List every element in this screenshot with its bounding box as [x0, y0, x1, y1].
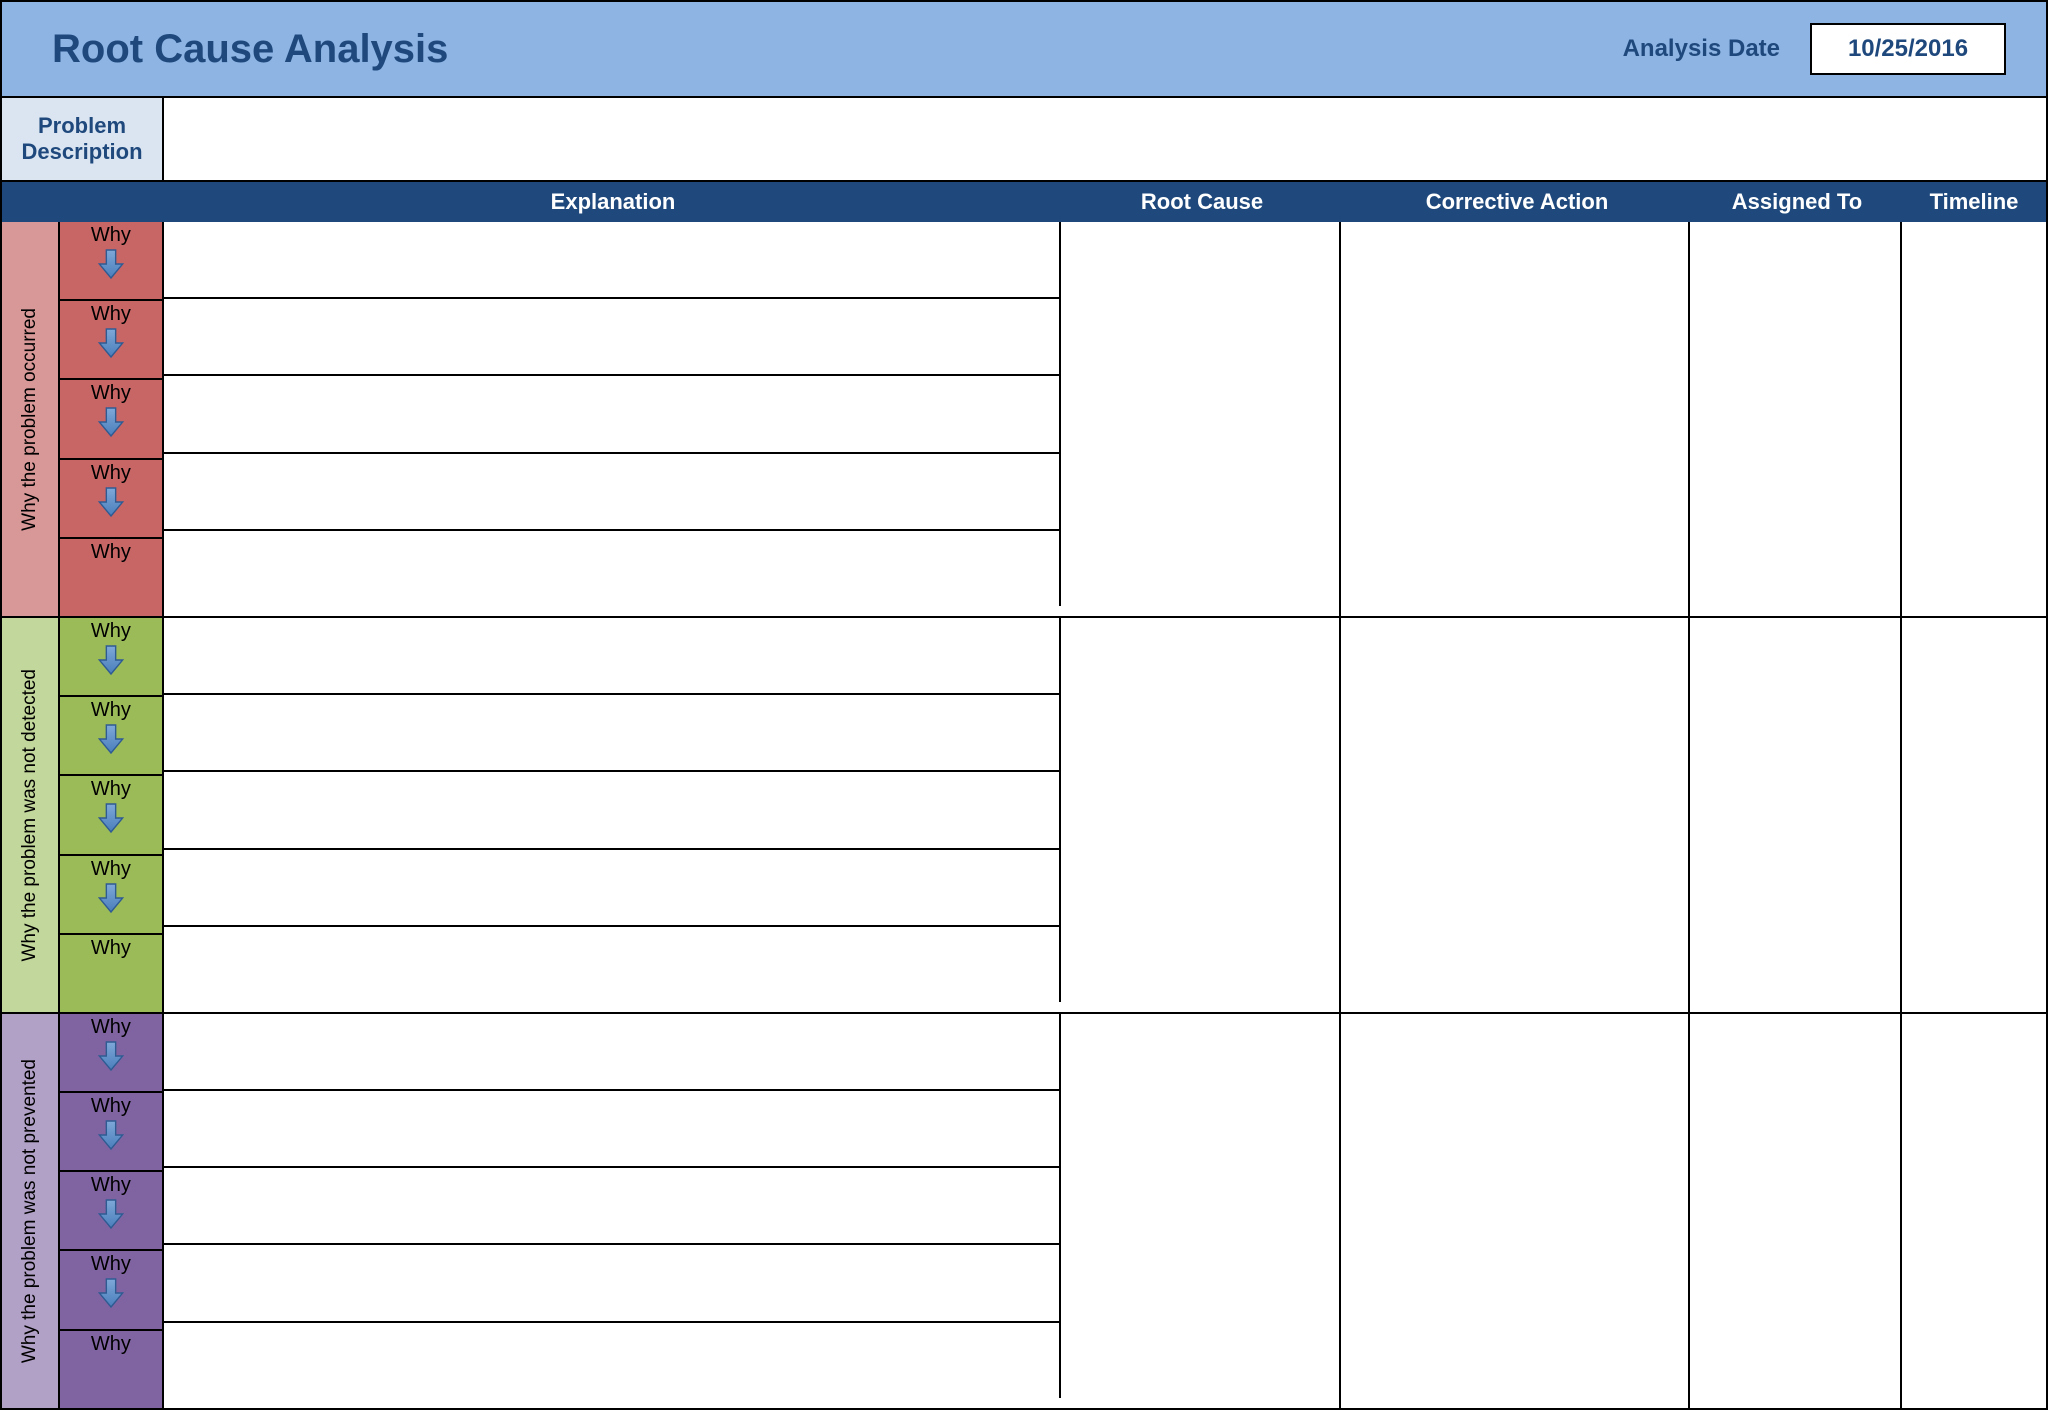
header-assigned-to: Assigned To — [1692, 182, 1902, 222]
explanation-column — [164, 1014, 1061, 1408]
assigned-to-input[interactable] — [1690, 222, 1902, 616]
why-label: Why — [91, 1016, 131, 1039]
explanation-input[interactable] — [164, 376, 1061, 453]
section-label: Why the problem occurred — [2, 222, 60, 616]
why-cell: Why — [60, 697, 164, 776]
why-column: Why Why Why Why Why — [60, 1014, 164, 1408]
root-cause-input[interactable] — [1061, 1014, 1341, 1408]
root-cause-sheet: Root Cause Analysis Analysis Date 10/25/… — [0, 0, 2048, 1410]
section-label: Why the problem was not prevented — [2, 1014, 60, 1408]
why-label: Why — [91, 382, 131, 405]
down-arrow-icon — [97, 1197, 125, 1231]
explanation-column — [164, 618, 1061, 1012]
header-corrective-action: Corrective Action — [1342, 182, 1692, 222]
why-label: Why — [91, 620, 131, 643]
why-cell: Why — [60, 1172, 164, 1251]
why-label: Why — [91, 303, 131, 326]
explanation-input[interactable] — [164, 531, 1061, 606]
why-label: Why — [91, 1253, 131, 1276]
analysis-date-input[interactable]: 10/25/2016 — [1810, 23, 2006, 75]
why-label: Why — [91, 541, 131, 564]
why-cell: Why — [60, 856, 164, 935]
down-arrow-icon — [97, 326, 125, 360]
why-cell: Why — [60, 935, 164, 1012]
analysis-date-label: Analysis Date — [1623, 35, 1780, 63]
why-column: Why Why Why Why Why — [60, 618, 164, 1012]
why-column: Why Why Why Why Why — [60, 222, 164, 616]
why-label: Why — [91, 1095, 131, 1118]
assigned-to-input[interactable] — [1690, 1014, 1902, 1408]
why-label: Why — [91, 858, 131, 881]
why-cell: Why — [60, 1014, 164, 1093]
why-cell: Why — [60, 1093, 164, 1172]
problem-description-label: Problem Description — [2, 98, 164, 180]
section-purple: Why the problem was not preventedWhyWhyW… — [2, 1012, 2046, 1408]
down-arrow-icon — [97, 405, 125, 439]
section-green: Why the problem was not detectedWhyWhyWh… — [2, 616, 2046, 1012]
down-arrow-icon — [97, 722, 125, 756]
explanation-input[interactable] — [164, 1091, 1061, 1168]
why-cell: Why — [60, 380, 164, 459]
down-arrow-icon — [97, 485, 125, 519]
explanation-input[interactable] — [164, 222, 1061, 299]
corrective-action-input[interactable] — [1341, 222, 1691, 616]
column-headers: Explanation Root Cause Corrective Action… — [2, 182, 2046, 222]
header-timeline: Timeline — [1902, 182, 2046, 222]
explanation-input[interactable] — [164, 1014, 1061, 1091]
problem-description-row: Problem Description — [2, 98, 2046, 182]
down-arrow-icon — [97, 881, 125, 915]
timeline-input[interactable] — [1902, 1014, 2046, 1408]
down-arrow-icon — [97, 1276, 125, 1310]
explanation-input[interactable] — [164, 299, 1061, 376]
why-cell: Why — [60, 1331, 164, 1408]
explanation-input[interactable] — [164, 772, 1061, 849]
corrective-action-input[interactable] — [1341, 618, 1691, 1012]
down-arrow-icon — [97, 247, 125, 281]
explanation-input[interactable] — [164, 1168, 1061, 1245]
down-arrow-icon — [97, 643, 125, 677]
why-label: Why — [91, 1174, 131, 1197]
header-root-cause: Root Cause — [1062, 182, 1342, 222]
why-label: Why — [91, 462, 131, 485]
timeline-input[interactable] — [1902, 222, 2046, 616]
explanation-input[interactable] — [164, 695, 1061, 772]
section-label: Why the problem was not detected — [2, 618, 60, 1012]
explanation-input[interactable] — [164, 454, 1061, 531]
title-bar: Root Cause Analysis Analysis Date 10/25/… — [2, 2, 2046, 98]
why-cell: Why — [60, 301, 164, 380]
explanation-input[interactable] — [164, 850, 1061, 927]
root-cause-input[interactable] — [1061, 222, 1341, 616]
assigned-to-input[interactable] — [1690, 618, 1902, 1012]
page-title: Root Cause Analysis — [52, 27, 448, 72]
explanation-input[interactable] — [164, 927, 1061, 1002]
timeline-input[interactable] — [1902, 618, 2046, 1012]
why-cell: Why — [60, 1251, 164, 1330]
section-red: Why the problem occurred Why Why Why Why Why — [2, 222, 2046, 616]
header-explanation: Explanation — [164, 182, 1062, 222]
why-label: Why — [91, 699, 131, 722]
problem-description-input[interactable] — [164, 98, 2046, 180]
why-label: Why — [91, 224, 131, 247]
why-cell: Why — [60, 222, 164, 301]
down-arrow-icon — [97, 801, 125, 835]
why-cell: Why — [60, 776, 164, 855]
why-label: Why — [91, 937, 131, 960]
why-label: Why — [91, 778, 131, 801]
explanation-column — [164, 222, 1061, 616]
explanation-input[interactable] — [164, 1323, 1061, 1398]
analysis-date-wrap: Analysis Date 10/25/2016 — [1623, 23, 2006, 75]
explanation-input[interactable] — [164, 1245, 1061, 1322]
header-spacer — [2, 182, 164, 222]
down-arrow-icon — [97, 1118, 125, 1152]
why-cell: Why — [60, 618, 164, 697]
why-label: Why — [91, 1333, 131, 1356]
why-cell: Why — [60, 460, 164, 539]
down-arrow-icon — [97, 1039, 125, 1073]
explanation-input[interactable] — [164, 618, 1061, 695]
root-cause-input[interactable] — [1061, 618, 1341, 1012]
why-cell: Why — [60, 539, 164, 616]
corrective-action-input[interactable] — [1341, 1014, 1691, 1408]
